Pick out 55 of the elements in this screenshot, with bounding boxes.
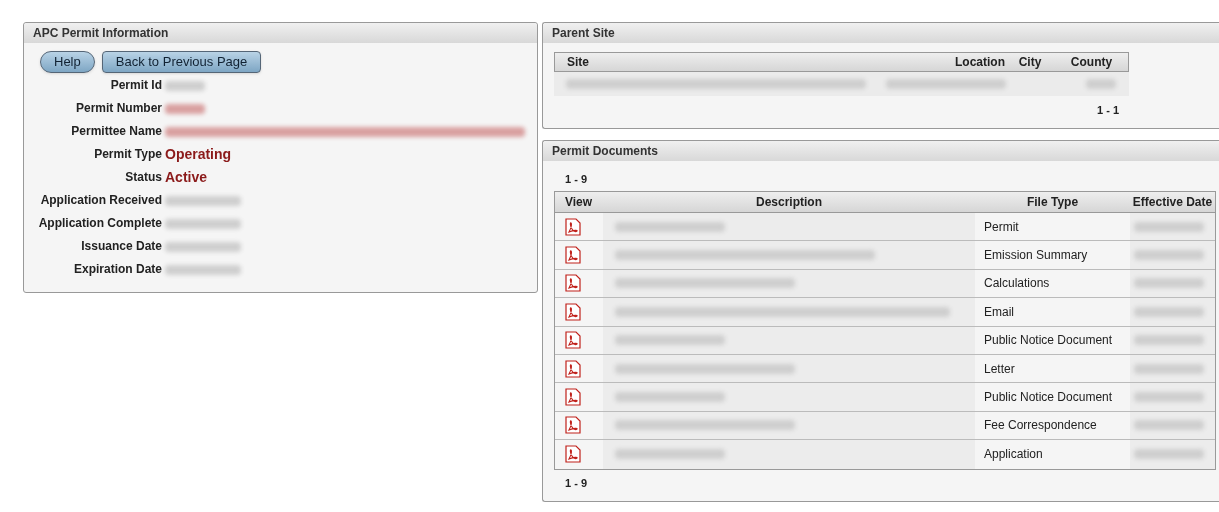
pdf-icon[interactable] xyxy=(565,246,581,265)
field-label: Application Complete xyxy=(37,215,162,232)
pdf-icon[interactable] xyxy=(565,302,581,321)
help-button[interactable]: Help xyxy=(40,51,95,73)
blurred-value xyxy=(1134,335,1204,346)
pdf-icon[interactable] xyxy=(565,359,581,378)
pdf-icon[interactable] xyxy=(565,445,581,464)
column-header: Description xyxy=(755,194,823,211)
back-button[interactable]: Back to Previous Page xyxy=(101,51,262,73)
file-type-cell-text: Fee Correspondence xyxy=(983,417,1098,435)
file-type-cell-text: Permit xyxy=(983,218,1020,236)
column-header: City xyxy=(1017,54,1043,71)
file-type-cell-text: Application xyxy=(983,446,1044,464)
blurred-value xyxy=(1134,363,1204,374)
field-label: Application Received xyxy=(39,192,162,209)
column-header: County xyxy=(1069,54,1114,71)
blurred-value xyxy=(1134,420,1204,431)
column-header: View xyxy=(564,194,594,211)
file-type-cell-text: Email xyxy=(983,303,1015,321)
column-header: Effective Date xyxy=(1131,194,1214,211)
file-type-cell-text: Calculations xyxy=(983,275,1051,293)
panel-header: Permit Documents xyxy=(543,141,1219,161)
field-label: Permit Type xyxy=(93,146,162,163)
field-label: Status xyxy=(124,169,162,186)
field-value: Operating xyxy=(165,145,232,164)
file-type-cell-text: Public Notice Document xyxy=(983,389,1114,407)
column-header: File Type xyxy=(1025,194,1080,211)
blurred-value xyxy=(1134,278,1204,289)
pdf-icon[interactable] xyxy=(565,388,581,407)
pager-text: 1 - 9 xyxy=(565,171,587,187)
pdf-icon[interactable] xyxy=(565,331,581,350)
blurred-value xyxy=(1134,392,1204,403)
file-type-cell-text: Emission Summary xyxy=(983,247,1089,265)
blurred-value xyxy=(1134,250,1204,261)
file-type-cell-text: Letter xyxy=(983,360,1016,378)
field-label: Permit Id xyxy=(109,77,162,94)
panel-header: APC Permit Information xyxy=(24,23,537,43)
blurred-value xyxy=(1134,306,1204,317)
panel-header: Parent Site xyxy=(543,23,1219,43)
blurred-value xyxy=(1134,221,1204,232)
column-header: Site xyxy=(566,54,590,71)
blurred-value xyxy=(1134,449,1204,460)
pager-text: 1 - 1 xyxy=(1097,104,1119,116)
pdf-icon[interactable] xyxy=(565,274,581,293)
field-label: Permittee Name xyxy=(70,123,162,140)
field-label: Expiration Date xyxy=(72,261,162,278)
field-label: Permit Number xyxy=(74,100,162,117)
blurred-value xyxy=(1086,79,1116,89)
pdf-icon[interactable] xyxy=(565,416,581,435)
field-label: Issuance Date xyxy=(80,238,162,255)
pager-text: 1 - 9 xyxy=(565,476,587,489)
pdf-icon[interactable] xyxy=(565,217,581,236)
column-header: Location xyxy=(954,54,1005,71)
file-type-cell-text: Public Notice Document xyxy=(983,332,1114,350)
field-value: Active xyxy=(165,168,208,187)
